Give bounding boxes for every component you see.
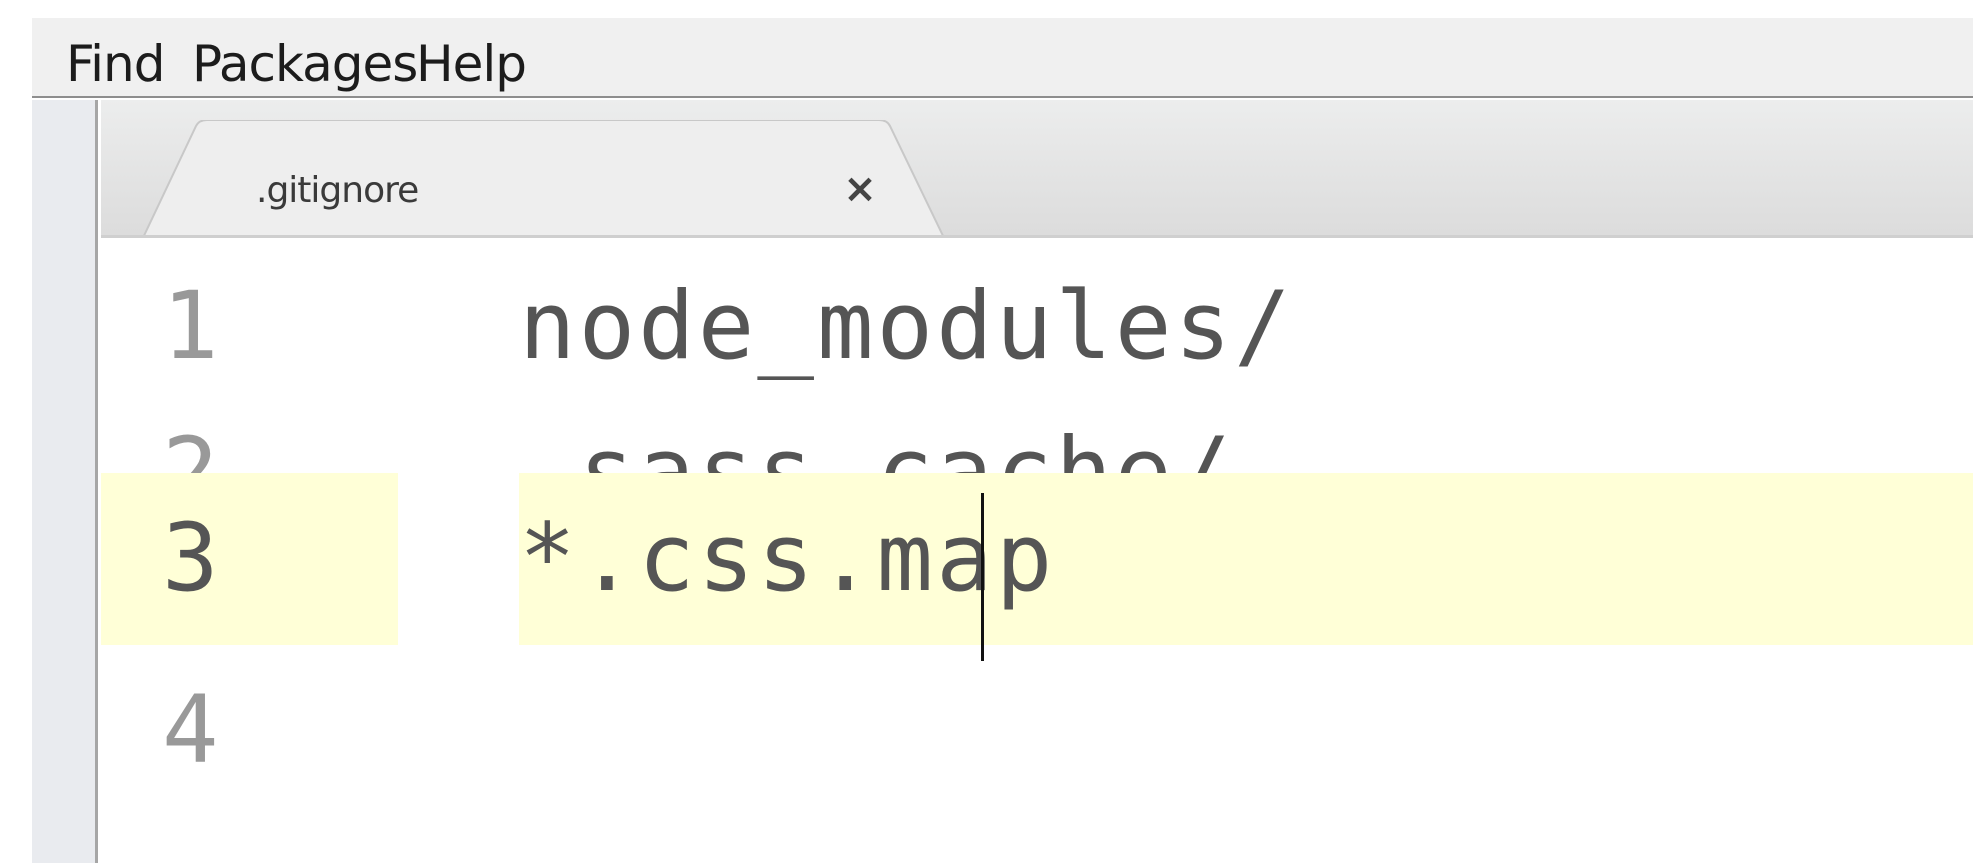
text-cursor [981, 493, 984, 661]
menu-packages[interactable]: Packages [192, 34, 418, 94]
code-editor[interactable]: 1 node_modules/ 2 .sass-cache/ 3 *.css.m… [101, 241, 1973, 863]
menu-bar: Find Packages Help [32, 18, 1973, 98]
tab-bar: .gitignore × [101, 100, 1973, 238]
line-number: 3 [101, 473, 398, 645]
line-text[interactable]: *.css.map [519, 473, 1055, 645]
left-panel-rail [32, 100, 98, 863]
tab-label: .gitignore [256, 170, 419, 211]
tab-gitignore[interactable]: .gitignore × [141, 120, 971, 235]
editor-window: Find Packages Help .gitignore × 1 node_m… [0, 0, 1973, 863]
menu-find[interactable]: Find [66, 34, 165, 94]
editor-line-active: 3 *.css.map [101, 473, 1973, 661]
menu-help[interactable]: Help [416, 34, 527, 94]
close-icon[interactable]: × [841, 167, 879, 211]
editor-line: 4 [101, 645, 1973, 817]
line-number: 4 [162, 676, 219, 785]
